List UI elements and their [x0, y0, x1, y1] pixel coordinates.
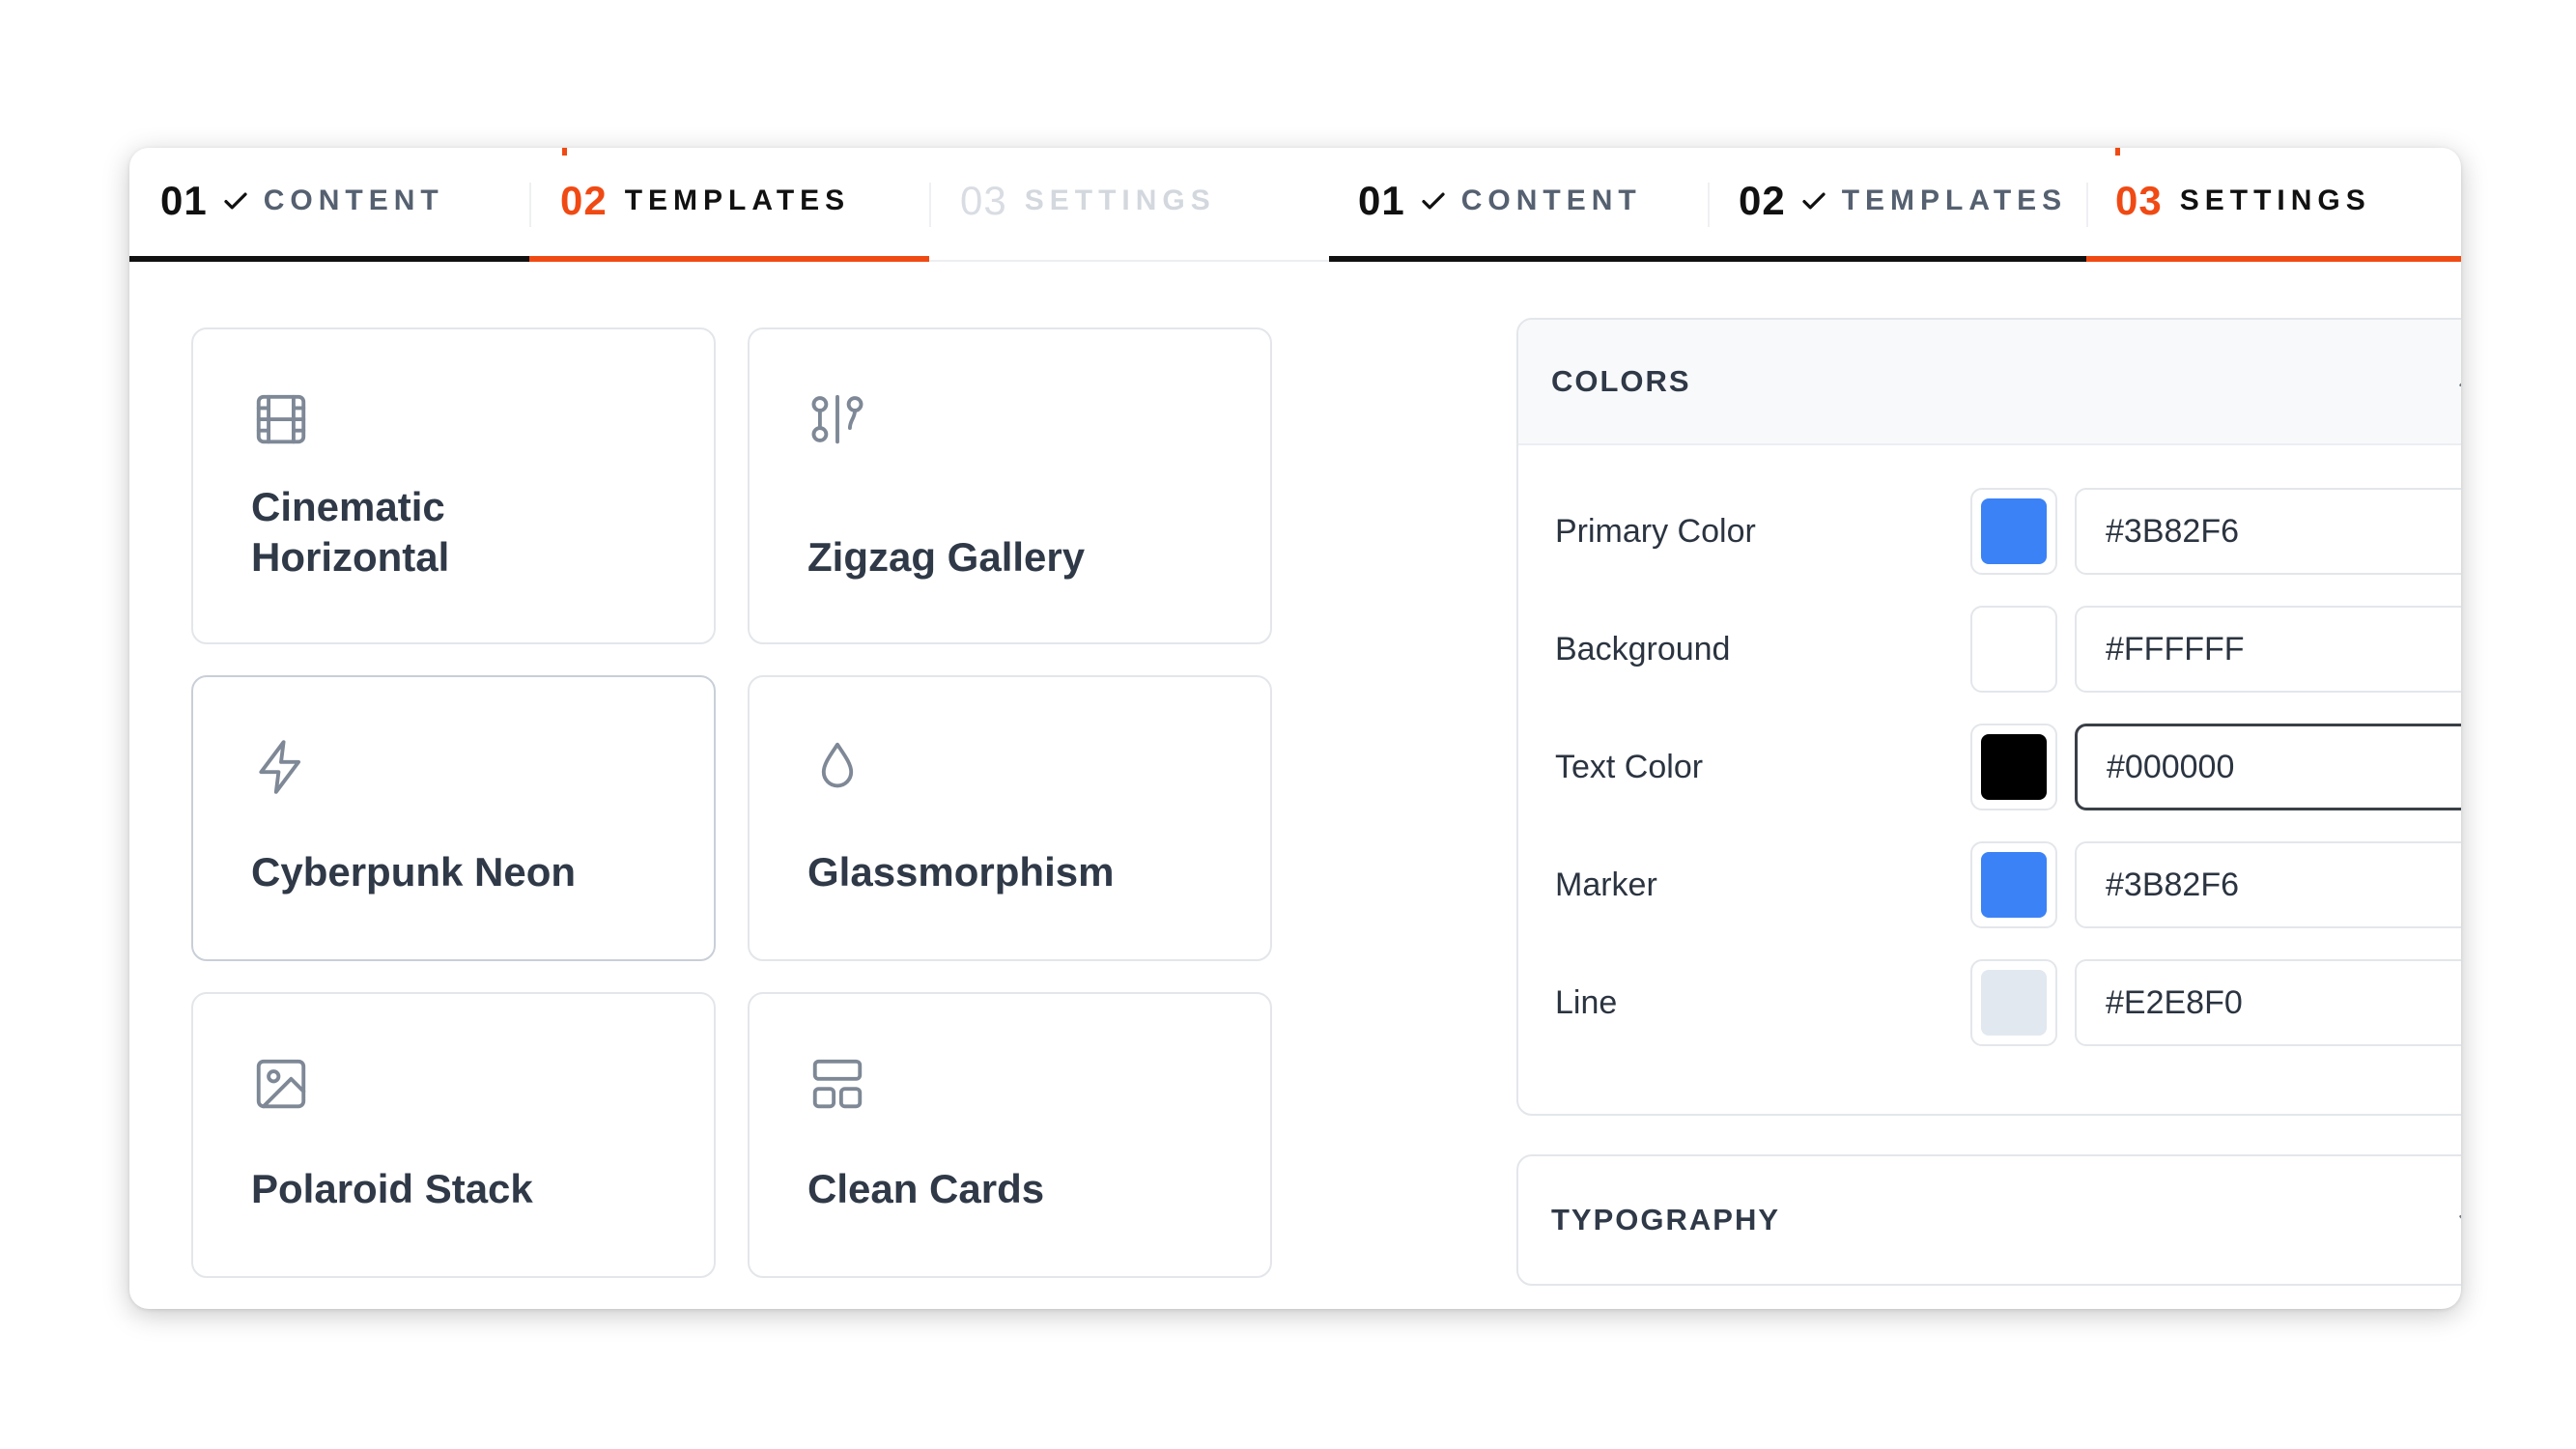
active-step-marker: [2115, 148, 2120, 156]
template-title: Polaroid Stack: [251, 1166, 533, 1211]
chevron-up-icon[interactable]: [2453, 367, 2461, 396]
step-progress-bar: [929, 260, 1329, 262]
step-label: TEMPLATES: [1841, 185, 2068, 216]
template-card-cinematic-horizontal[interactable]: Cinematic Horizontal: [191, 327, 716, 644]
step-label: TEMPLATES: [624, 185, 851, 216]
step-divider: [1708, 183, 1710, 227]
layout-cards-icon: [812, 1059, 863, 1109]
template-title: Cinematic Horizontal: [251, 484, 450, 580]
step-templates[interactable]: 02 TEMPLATES: [529, 148, 929, 262]
step-number: 03: [2115, 178, 2163, 223]
color-row-label: Background: [1555, 630, 1731, 668]
chevron-down-icon[interactable]: [2453, 1206, 2461, 1235]
colors-accordion-header[interactable]: COLORS: [1518, 320, 2461, 445]
step-number: 02: [1739, 178, 1786, 223]
color-hex-input[interactable]: [2075, 488, 2461, 575]
step-content[interactable]: 01 CONTENT: [1329, 148, 1708, 262]
check-icon: [1802, 192, 1826, 210]
step-progress-bar: [2086, 256, 2461, 262]
template-title: Cyberpunk Neon: [251, 849, 577, 895]
template-card-cyberpunk-neon[interactable]: Cyberpunk Neon: [191, 675, 716, 961]
color-swatch[interactable]: [1970, 488, 2057, 575]
step-progress-bar: [1329, 256, 1708, 262]
typography-accordion: TYPOGRAPHY: [1516, 1154, 2461, 1286]
lightning-bolt-icon: [259, 740, 301, 794]
step-progress-bar: [129, 256, 529, 262]
colors-section-title: COLORS: [1551, 364, 1691, 398]
step-progress-bar: [529, 256, 929, 262]
step-progress-bar: [1708, 256, 2086, 262]
check-icon: [224, 192, 247, 210]
stepper-nav: 01 CONTENT 02 TEMPLATES 03 SETTINGS: [1329, 148, 2461, 262]
app-window: 01 CONTENT 02 TEMPLATES 03 SETTINGS Cine…: [129, 148, 2461, 1309]
color-swatch[interactable]: [1970, 606, 2057, 693]
color-hex-input[interactable]: [2075, 724, 2461, 810]
template-card-zigzag-gallery[interactable]: Zigzag Gallery: [748, 327, 1272, 644]
film-icon: [256, 394, 306, 444]
step-label: SETTINGS: [2179, 185, 2371, 216]
step-number: 02: [560, 178, 608, 223]
color-hex-input[interactable]: [2075, 606, 2461, 693]
step-label: CONTENT: [1460, 185, 1642, 216]
typography-section-title: TYPOGRAPHY: [1551, 1203, 1781, 1236]
active-step-marker: [562, 148, 567, 156]
color-row-label: Line: [1555, 983, 1618, 1021]
step-settings[interactable]: 03 SETTINGS: [929, 148, 1329, 262]
step-number: 01: [160, 178, 208, 223]
template-card-polaroid-stack[interactable]: Polaroid Stack: [191, 992, 716, 1278]
typography-accordion-header[interactable]: TYPOGRAPHY: [1518, 1156, 2461, 1284]
step-divider: [929, 183, 931, 227]
color-swatch[interactable]: [1970, 959, 2057, 1046]
step-content[interactable]: 01 CONTENT: [129, 148, 529, 262]
colors-accordion: COLORS Primary Color Background Text Col…: [1516, 318, 2461, 1116]
color-row-marker: Marker: [1555, 841, 2461, 928]
color-hex-input[interactable]: [2075, 959, 2461, 1046]
color-row-text: Text Color: [1555, 724, 2461, 810]
color-hex-input[interactable]: [2075, 841, 2461, 928]
color-row-label: Primary Color: [1555, 512, 1756, 550]
color-row-background: Background: [1555, 606, 2461, 693]
image-icon: [256, 1059, 306, 1109]
template-card-glassmorphism[interactable]: Glassmorphism: [748, 675, 1272, 961]
template-title: Glassmorphism: [807, 849, 1115, 895]
step-divider: [2086, 183, 2088, 227]
stepper-nav: 01 CONTENT 02 TEMPLATES 03 SETTINGS: [129, 148, 1329, 262]
step-number: 03: [960, 178, 1007, 223]
step-number: 01: [1358, 178, 1405, 223]
color-swatch[interactable]: [1970, 841, 2057, 928]
color-row-line: Line: [1555, 959, 2461, 1046]
droplet-icon: [821, 742, 854, 788]
color-row-label: Marker: [1555, 866, 1657, 903]
color-row-primary: Primary Color: [1555, 488, 2461, 575]
step-templates[interactable]: 02 TEMPLATES: [1708, 148, 2086, 262]
color-swatch[interactable]: [1970, 724, 2057, 810]
templates-panel: 01 CONTENT 02 TEMPLATES 03 SETTINGS Cine…: [129, 148, 1329, 1309]
template-card-clean-cards[interactable]: Clean Cards: [748, 992, 1272, 1278]
step-settings[interactable]: 03 SETTINGS: [2086, 148, 2461, 262]
step-divider: [529, 183, 531, 227]
step-label: CONTENT: [263, 185, 444, 216]
template-title: Clean Cards: [807, 1166, 1045, 1211]
step-label: SETTINGS: [1024, 185, 1216, 216]
check-icon: [1422, 192, 1445, 210]
color-row-label: Text Color: [1555, 748, 1704, 785]
zigzag-path-icon: [811, 394, 863, 444]
template-title: Zigzag Gallery: [807, 534, 1086, 580]
